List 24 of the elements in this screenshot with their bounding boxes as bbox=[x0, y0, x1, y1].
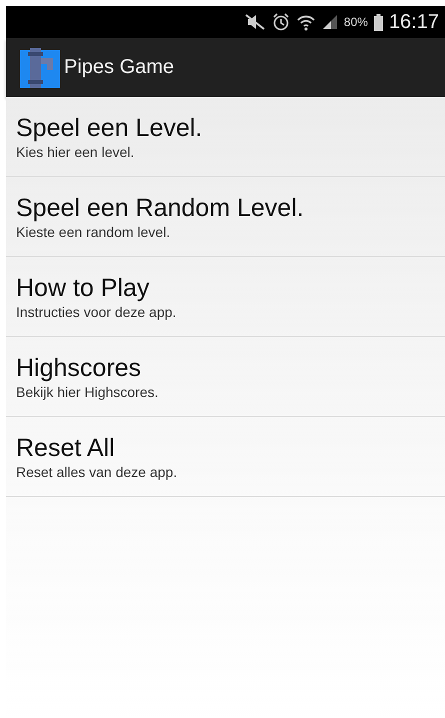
menu-item-title: Speel een Random Level. bbox=[16, 192, 304, 222]
battery-percentage: 80% bbox=[344, 15, 368, 29]
mute-icon bbox=[244, 14, 266, 30]
signal-icon bbox=[322, 14, 338, 30]
clock: 16:17 bbox=[388, 10, 439, 34]
menu-item[interactable]: How to Play Instructies voor deze app. bbox=[6, 257, 445, 337]
menu-item-subtitle: Reset alles van deze app. bbox=[16, 462, 178, 480]
app-title: Pipes Game bbox=[64, 56, 174, 79]
menu-item-subtitle: Kieste een random level. bbox=[16, 222, 170, 240]
battery-icon bbox=[374, 14, 383, 30]
menu-item[interactable]: Speel een Random Level. Kieste een random level. bbox=[6, 177, 445, 257]
menu-item[interactable]: Highscores Bekijk hier Highscores. bbox=[6, 337, 445, 417]
menu-item-subtitle: Kies hier een level. bbox=[16, 142, 134, 160]
menu-item-subtitle: Bekijk hier Highscores. bbox=[16, 382, 158, 400]
wifi-icon bbox=[296, 13, 316, 31]
menu-item[interactable]: Speel een Level. Kies hier een level. bbox=[6, 97, 445, 177]
menu-item-subtitle: Instructies voor deze app. bbox=[16, 302, 176, 320]
alarm-icon bbox=[272, 13, 290, 31]
menu-item-title: Speel een Level. bbox=[16, 112, 202, 142]
menu-item[interactable]: Reset All Reset alles van deze app. bbox=[6, 417, 445, 497]
menu-item-title: How to Play bbox=[16, 272, 150, 302]
menu-item-title: Highscores bbox=[16, 352, 142, 382]
pipe-icon bbox=[20, 48, 60, 88]
menu-item-title: Reset All bbox=[16, 432, 115, 462]
